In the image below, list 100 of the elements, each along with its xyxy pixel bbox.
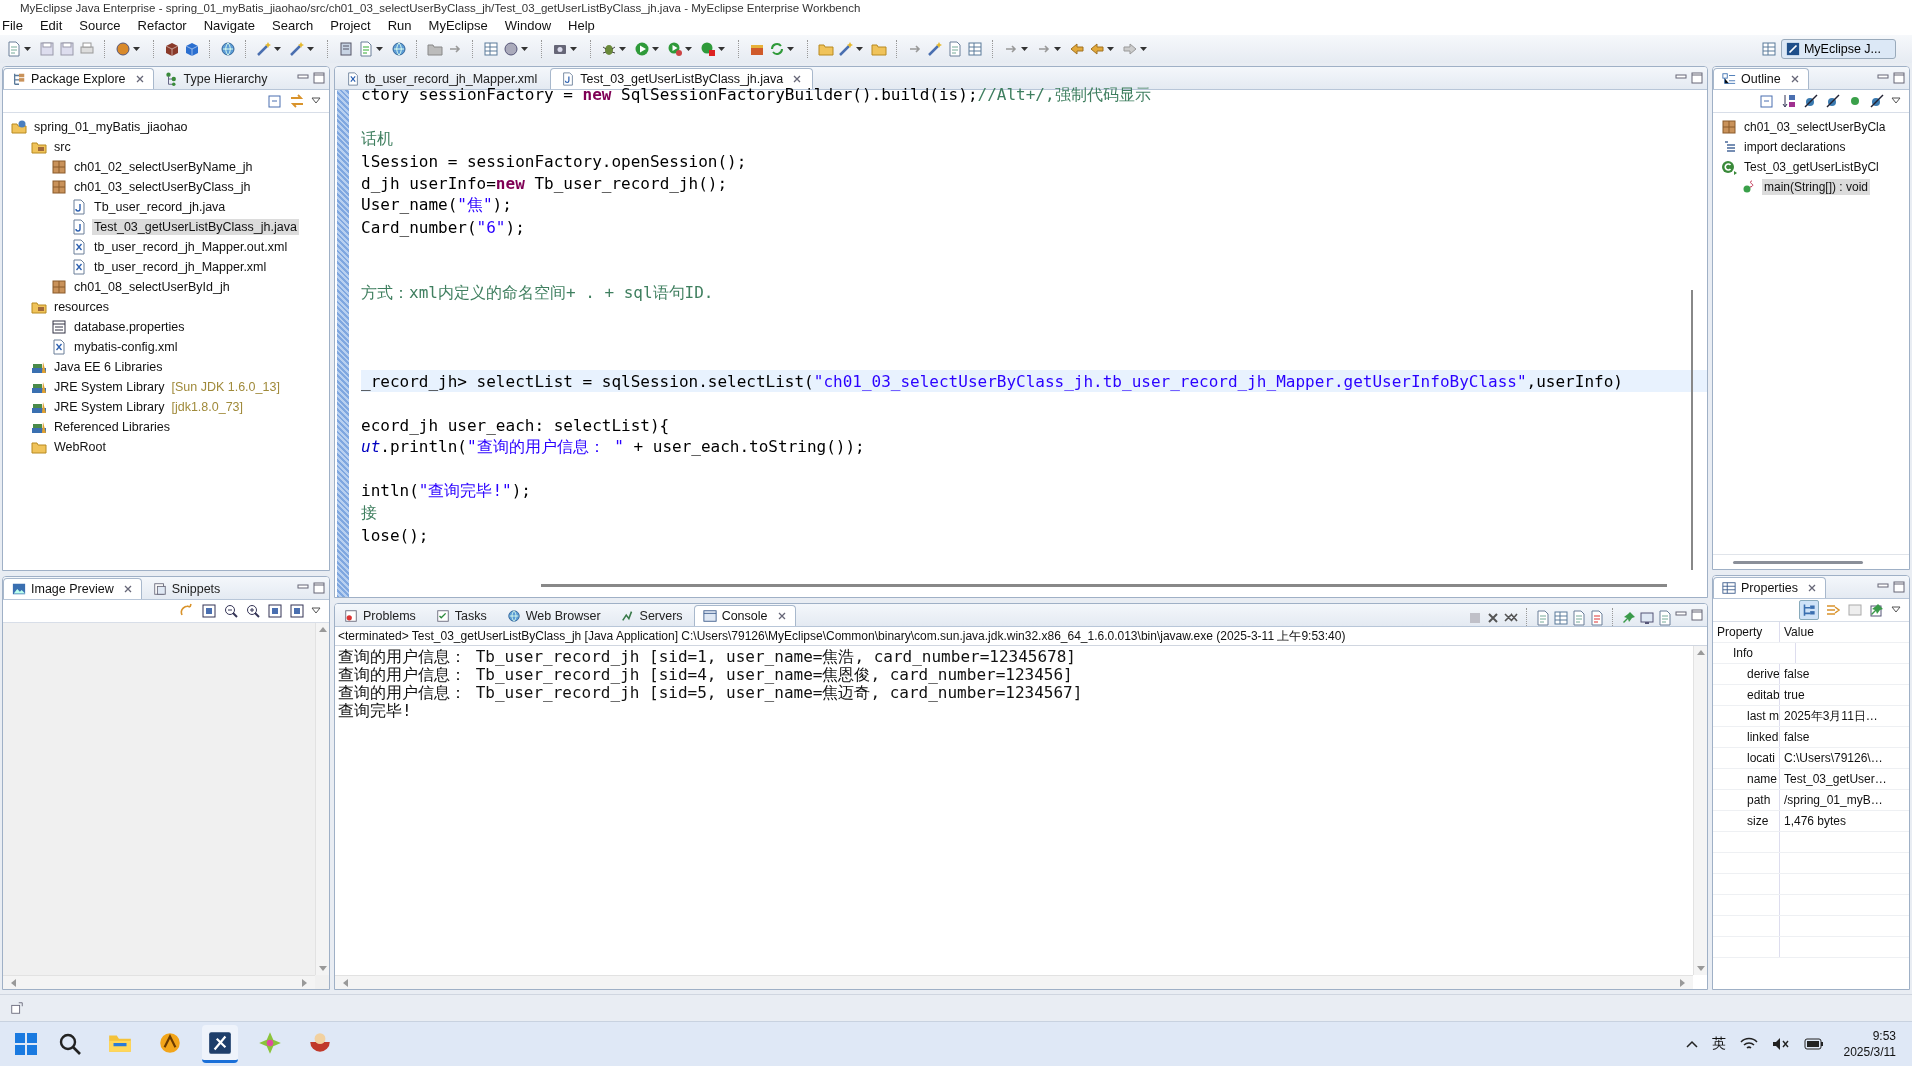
open-perspective-icon[interactable]: [1760, 41, 1777, 57]
vertical-scrollbar[interactable]: [1691, 290, 1693, 570]
scroll-down-icon[interactable]: [318, 964, 327, 972]
tree-item[interactable]: tb_user_record_jh_Mapper.out.xml: [92, 239, 290, 255]
caret-icon[interactable]: [570, 47, 577, 51]
menu-item[interactable]: Refactor: [135, 18, 196, 33]
caret-icon[interactable]: [718, 47, 725, 51]
view-tab[interactable]: Type Hierarchy: [155, 68, 277, 89]
tree-item[interactable]: Test_03_getUserListByClass_jh.java: [92, 219, 299, 235]
menu-item[interactable]: Help: [566, 18, 604, 33]
caret-icon[interactable]: [274, 47, 281, 51]
caret-icon[interactable]: [376, 47, 383, 51]
view-tab[interactable]: Snippets: [143, 578, 230, 599]
tree-item[interactable]: Test_03_getUserListByCl: [1742, 159, 1881, 175]
tree-item[interactable]: Tb_user_record_jh.java: [92, 199, 228, 215]
cube-icon[interactable]: [184, 41, 200, 57]
scroll-left-icon[interactable]: [10, 978, 18, 987]
web-icon[interactable]: [391, 41, 407, 57]
view-tab[interactable]: Servers: [611, 605, 692, 626]
view-menu-icon[interactable]: [1891, 606, 1901, 614]
close-icon[interactable]: [134, 74, 145, 84]
maximize-icon[interactable]: [313, 72, 325, 84]
tree-item[interactable]: mybatis-config.xml: [72, 339, 180, 355]
scroll-right-icon[interactable]: [300, 978, 308, 987]
menu-item[interactable]: Window: [502, 18, 561, 33]
tree-item[interactable]: spring_01_myBatis_jiaohao: [32, 119, 190, 135]
sort-icon[interactable]: [1781, 93, 1797, 109]
tree-item[interactable]: WebRoot: [52, 439, 108, 455]
folder-open-icon[interactable]: [871, 41, 887, 57]
taskbar-app[interactable]: [202, 1025, 238, 1063]
close-icon[interactable]: [792, 74, 803, 84]
tree-item[interactable]: JRE System Library: [52, 399, 167, 415]
open-folder-icon[interactable]: [818, 41, 834, 57]
menu-item[interactable]: Navigate: [201, 18, 264, 33]
view-tab[interactable]: Outline: [1713, 68, 1809, 89]
wand-icon[interactable]: [256, 41, 272, 57]
menu-item[interactable]: MyEclipse: [426, 18, 497, 33]
view-menu-icon[interactable]: [1891, 97, 1901, 105]
view-tab[interactable]: Package Explore: [3, 68, 154, 89]
view-tab[interactable]: Tasks: [426, 605, 496, 626]
chevron-up-icon[interactable]: [1685, 1040, 1698, 1048]
caret-icon[interactable]: [133, 47, 140, 51]
maximize-icon[interactable]: [1893, 72, 1905, 84]
view-tab[interactable]: Console: [693, 605, 796, 626]
hide-static-icon[interactable]: [1825, 93, 1841, 109]
search-wand-icon[interactable]: [289, 41, 305, 57]
caret-icon[interactable]: [24, 47, 31, 51]
view-tab[interactable]: Properties: [1713, 577, 1826, 598]
caret-icon[interactable]: [1021, 47, 1028, 51]
pin-icon[interactable]: [1869, 602, 1885, 618]
wifi-icon[interactable]: [1739, 1037, 1758, 1051]
close-icon[interactable]: [1807, 583, 1817, 593]
scroll-left-icon[interactable]: [342, 978, 350, 987]
tree-item[interactable]: JRE System Library: [52, 379, 167, 395]
start-icon[interactable]: [14, 1032, 38, 1056]
view-tab[interactable]: Image Preview: [3, 578, 142, 599]
scroll-up-icon[interactable]: [1696, 649, 1705, 657]
tree-item[interactable]: database.properties: [72, 319, 187, 335]
tree-item[interactable]: Java EE 6 Libraries: [52, 359, 165, 375]
maximize-icon[interactable]: [313, 582, 325, 594]
hide-fields-icon[interactable]: [1803, 93, 1819, 109]
caret-icon[interactable]: [521, 47, 528, 51]
back-edit-icon[interactable]: [1069, 41, 1085, 57]
battery-icon[interactable]: [1803, 1038, 1824, 1050]
filter-icon[interactable]: [1825, 602, 1841, 618]
scroll-down-icon[interactable]: [1696, 964, 1705, 972]
menu-item[interactable]: Search: [270, 18, 323, 33]
tree-item[interactable]: ch01_02_selectUserByName_jh: [72, 159, 255, 175]
deploy-icon[interactable]: [338, 41, 354, 57]
zoom-in-icon[interactable]: [245, 603, 261, 619]
caret-icon[interactable]: [1140, 47, 1147, 51]
close-icon[interactable]: [122, 584, 133, 594]
clock[interactable]: 9:53 2025/3/11: [1837, 1028, 1902, 1060]
perspective-button[interactable]: MyEclipse J...: [1780, 39, 1896, 59]
collapse-all-icon[interactable]: [267, 93, 283, 109]
save-all-icon[interactable]: [59, 41, 75, 57]
editor-tab[interactable]: Test_03_getUserListByClass_jh.java: [550, 68, 814, 89]
caret-icon[interactable]: [652, 47, 659, 51]
page-icon[interactable]: [947, 41, 963, 57]
caret-icon[interactable]: [307, 47, 314, 51]
caret-icon[interactable]: [787, 47, 794, 51]
display-console-icon[interactable]: [1639, 610, 1655, 626]
tree-item[interactable]: resources: [52, 299, 111, 315]
editor-tab[interactable]: tb_user_record_jh_Mapper.xml: [335, 68, 549, 89]
view-tab[interactable]: Web Browser: [497, 605, 610, 626]
search-icon[interactable]: [58, 1032, 82, 1056]
maximize-icon[interactable]: [1893, 581, 1905, 593]
close-icon[interactable]: [1789, 74, 1800, 84]
tree-item[interactable]: Referenced Libraries: [52, 419, 173, 435]
tree-item[interactable]: ch01_08_selectUserById_jh: [72, 279, 232, 295]
horizontal-scrollbar[interactable]: [541, 584, 1667, 587]
package-icon[interactable]: [164, 41, 180, 57]
collapse-all-icon[interactable]: [1759, 93, 1775, 109]
close-icon[interactable]: [776, 611, 787, 621]
tree-item[interactable]: import declarations: [1742, 139, 1848, 155]
table-icon[interactable]: [483, 41, 499, 57]
caret-icon[interactable]: [856, 47, 863, 51]
save-icon[interactable]: [39, 41, 55, 57]
run-config-icon[interactable]: [667, 41, 683, 57]
caret-icon[interactable]: [685, 47, 692, 51]
